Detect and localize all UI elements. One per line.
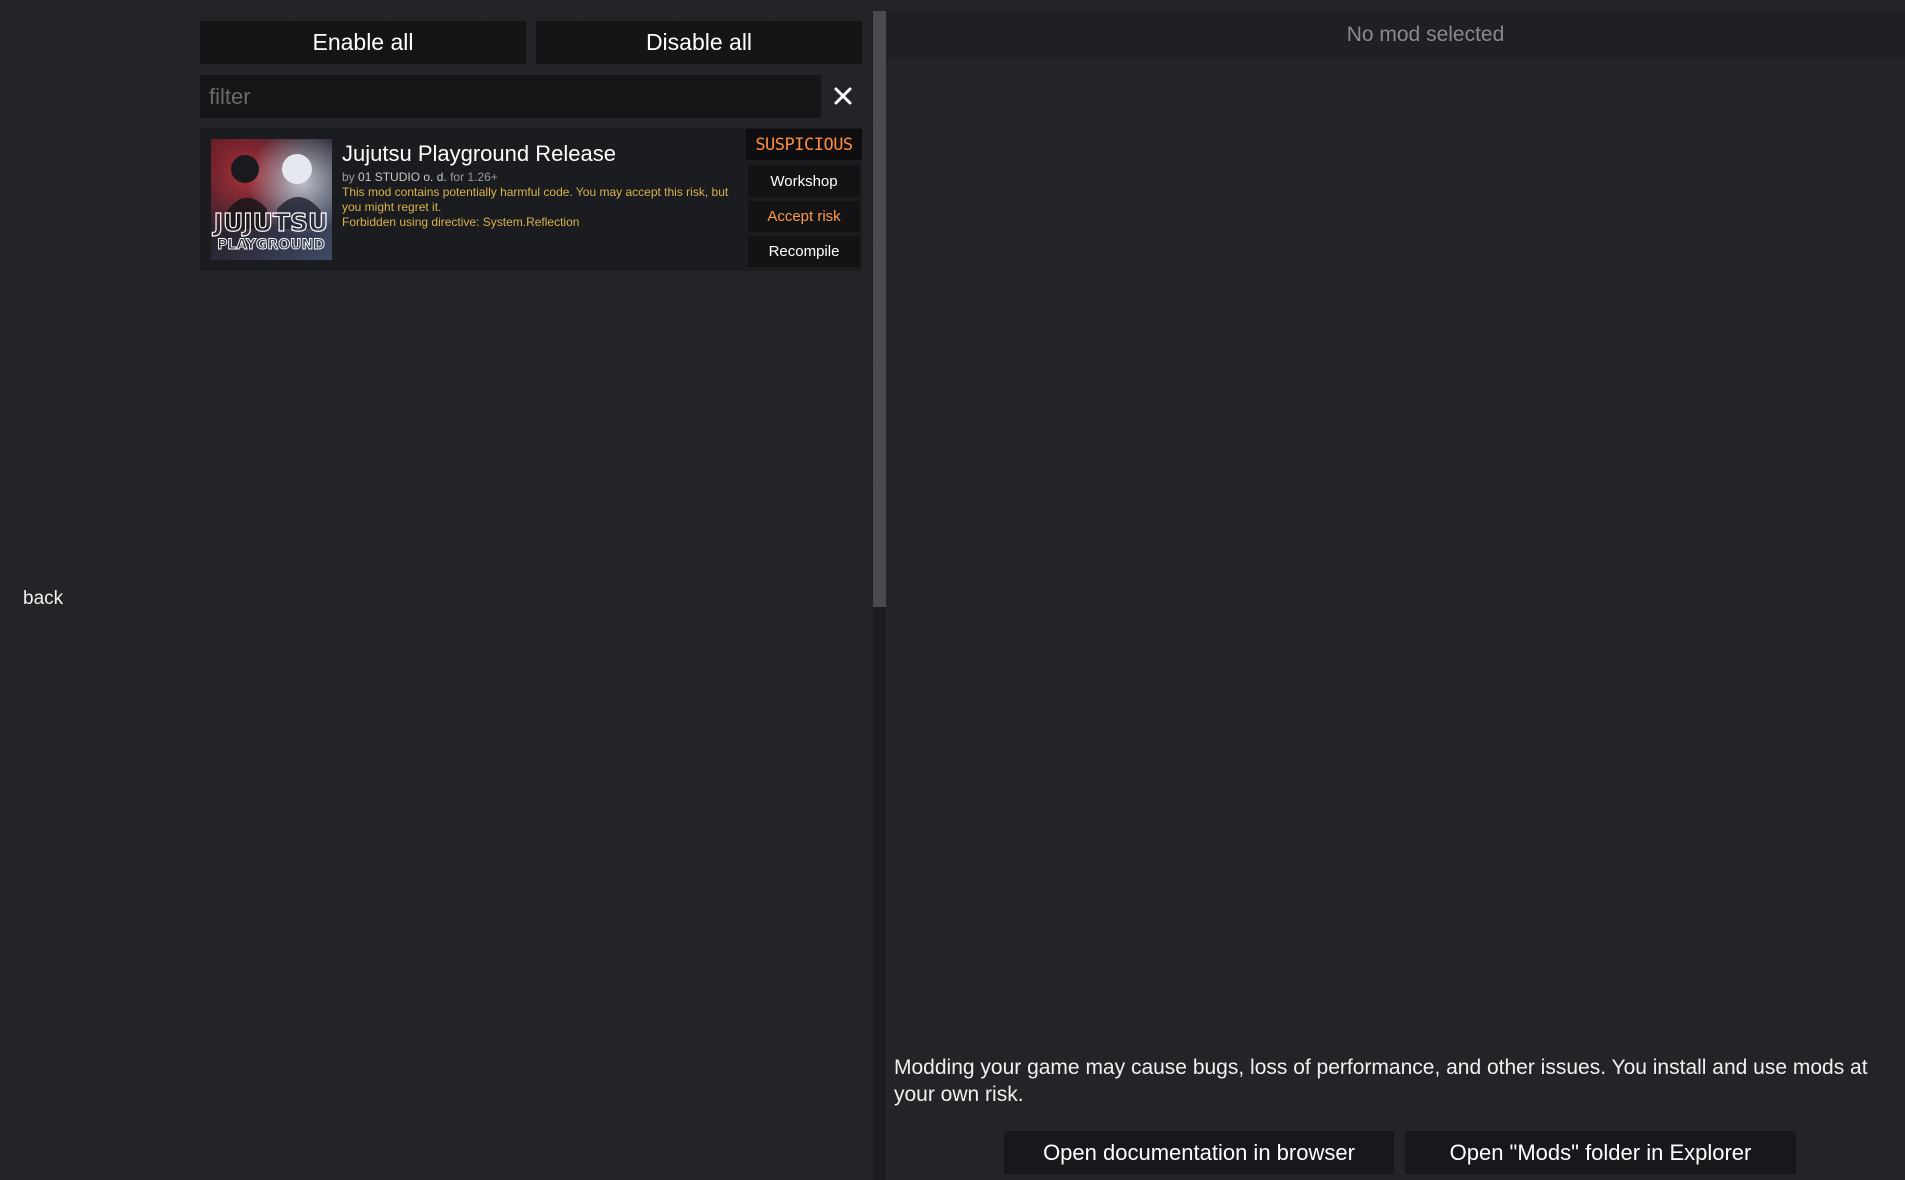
mod-warning-text: This mod contains potentially harmful co…	[342, 185, 729, 214]
no-mod-selected-label: No mod selected	[1346, 22, 1505, 46]
by-prefix: by	[342, 170, 355, 184]
suspicious-status-badge: SUSPICIOUS	[746, 129, 862, 160]
workshop-button[interactable]: Workshop	[748, 166, 860, 197]
filter-field[interactable]	[200, 75, 821, 118]
mod-thumbnail: JUJUTSU PLAYGROUND	[211, 139, 332, 260]
open-documentation-button[interactable]: Open documentation in browser	[1004, 1131, 1394, 1174]
mod-byline: by 01 STUDIO o. d. for 1.26+	[342, 170, 498, 184]
mod-author: 01 STUDIO o. d.	[358, 170, 447, 184]
disable-all-button[interactable]: Disable all	[536, 21, 862, 64]
mod-title: Jujutsu Playground Release	[342, 141, 616, 166]
mod-directive-text: Forbidden using directive: System.Reflec…	[342, 215, 580, 229]
enable-all-button[interactable]: Enable all	[200, 21, 526, 64]
accept-risk-button[interactable]: Accept risk	[748, 201, 860, 232]
modding-disclaimer: Modding your game may cause bugs, loss o…	[894, 1056, 1868, 1106]
open-mods-folder-button[interactable]: Open "Mods" folder in Explorer	[1405, 1131, 1796, 1174]
thumbnail-title-bottom: PLAYGROUND	[217, 237, 325, 253]
detail-header: No mod selected	[886, 11, 1905, 58]
back-link[interactable]: back	[23, 588, 63, 610]
close-icon[interactable]	[830, 79, 856, 113]
scrollbar-thumb[interactable]	[873, 11, 886, 607]
thumbnail-title-top: JUJUTSU	[212, 208, 329, 237]
recompile-button[interactable]: Recompile	[748, 236, 860, 267]
filter-input[interactable]	[207, 82, 821, 111]
mod-version: for 1.26+	[450, 170, 498, 184]
